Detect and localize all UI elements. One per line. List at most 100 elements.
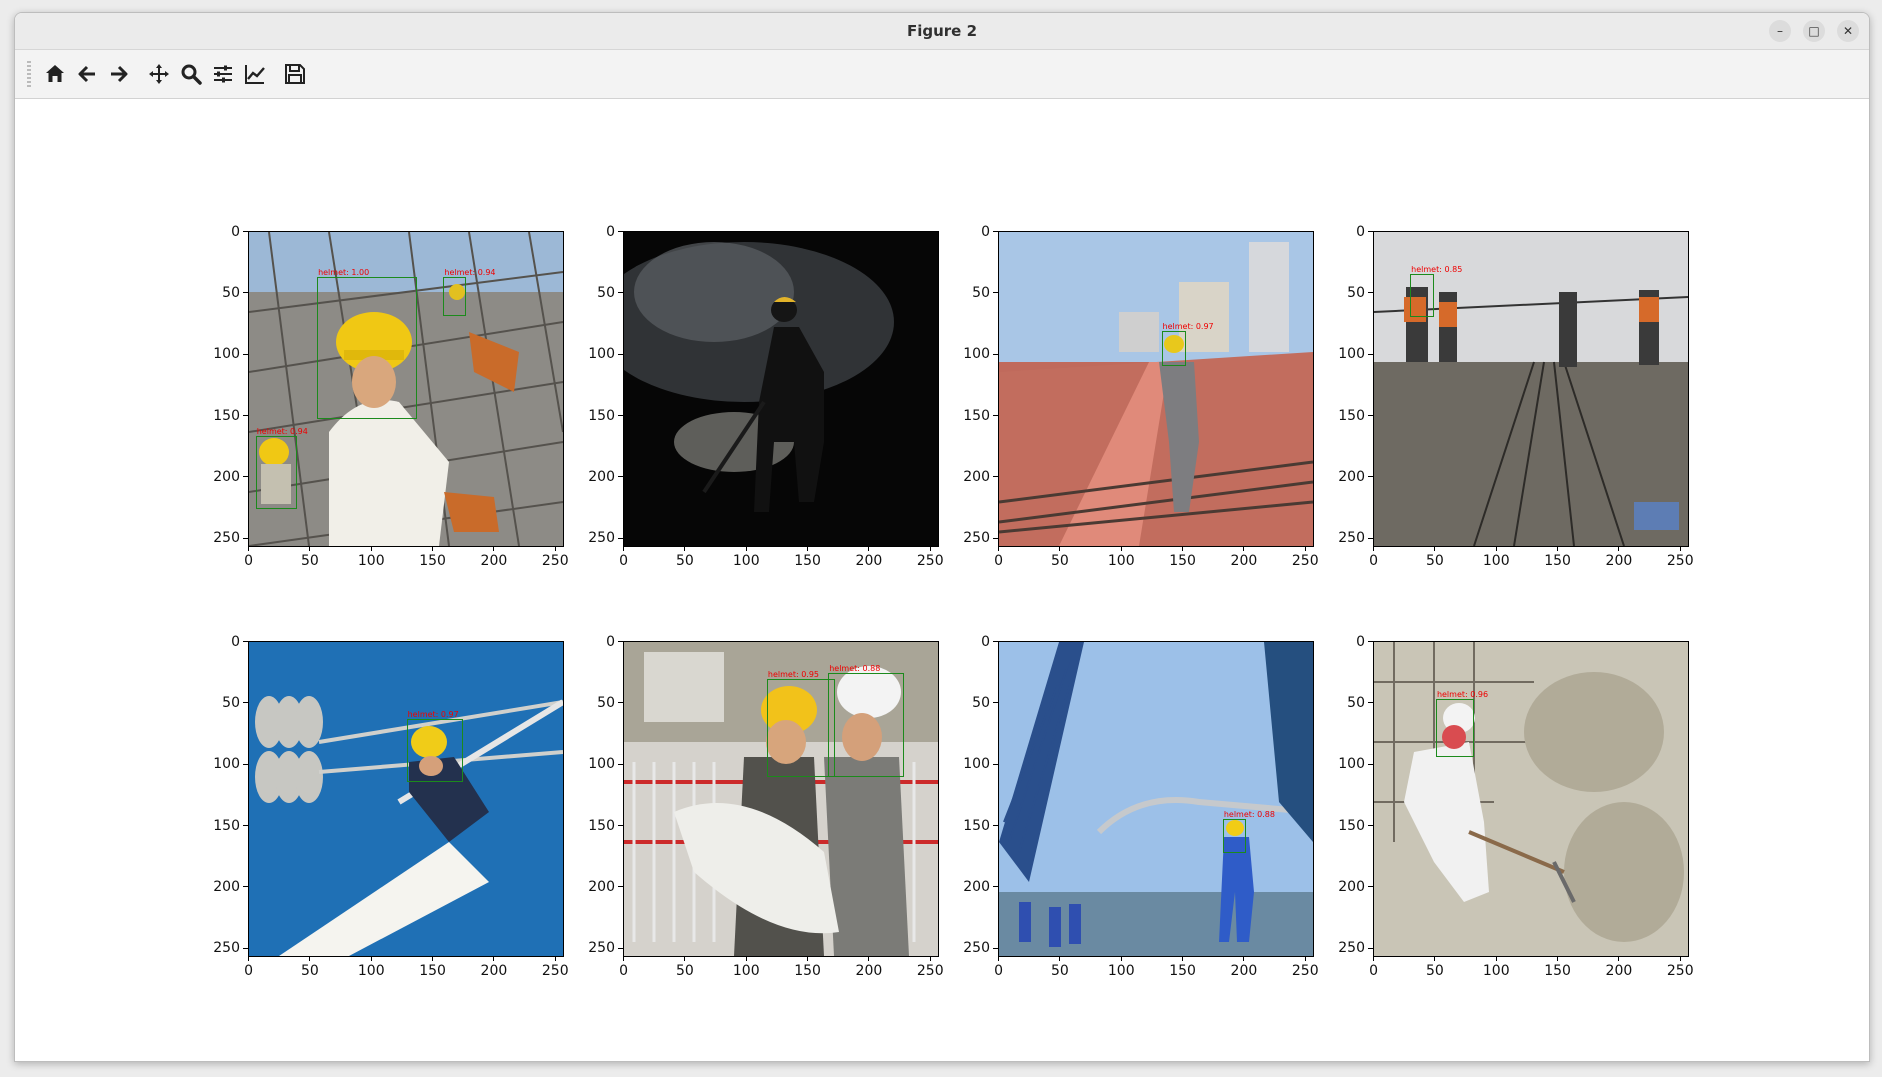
y-tick-mark xyxy=(618,231,623,233)
x-tick-label: 0 xyxy=(244,963,254,979)
window-title: Figure 2 xyxy=(906,22,978,40)
y-tick-label: 150 xyxy=(1338,407,1365,424)
image-panel: helmet: 0.95 helmet: 0.88 xyxy=(623,641,939,957)
y-tick-mark xyxy=(618,886,623,888)
x-tick-label: 200 xyxy=(1230,553,1258,569)
x-tick-mark xyxy=(929,956,931,961)
y-tick-label: 200 xyxy=(213,878,240,895)
home-button[interactable] xyxy=(39,57,71,91)
detection-box: helmet: 0.97 xyxy=(1161,322,1214,366)
detection-box: helmet: 0.97 xyxy=(406,710,463,782)
y-tick-label: 0 xyxy=(981,633,990,650)
pan-button[interactable] xyxy=(143,57,175,91)
y-tick-mark xyxy=(993,292,998,294)
y-tick-label: 250 xyxy=(963,940,990,957)
x-tick-mark xyxy=(1434,956,1436,961)
x-tick-label: 0 xyxy=(994,963,1004,979)
y-tick-label: 0 xyxy=(231,633,240,650)
y-tick-label: 0 xyxy=(981,223,990,240)
x-tick-label: 200 xyxy=(480,963,508,979)
y-tick-label: 250 xyxy=(588,530,615,547)
y-tick-label: 50 xyxy=(222,694,240,711)
x-tick-mark xyxy=(1679,546,1681,551)
x-tick-mark xyxy=(1373,546,1375,551)
y-tick-label: 150 xyxy=(963,407,990,424)
photo-wall-plaster xyxy=(1374,642,1688,956)
y-tick-mark xyxy=(1368,702,1373,704)
y-tick-label: 200 xyxy=(213,468,240,485)
y-tick-label: 50 xyxy=(1347,694,1365,711)
x-tick-mark xyxy=(1618,546,1620,551)
y-tick-label: 100 xyxy=(588,756,615,773)
maximize-button[interactable]: □ xyxy=(1803,20,1825,42)
subplots-button[interactable] xyxy=(207,57,239,91)
x-tick-label: 250 xyxy=(916,963,944,979)
x-tick-label: 0 xyxy=(1369,963,1379,979)
toolbar-grip[interactable] xyxy=(27,61,31,87)
x-tick-label: 150 xyxy=(1169,963,1196,979)
detection-label: helmet: 0.94 xyxy=(444,267,496,277)
image-panel: helmet: 1.00 helmet: 0.94 helmet: 0.94 xyxy=(248,231,564,547)
close-button[interactable]: ✕ xyxy=(1837,20,1859,42)
x-tick-mark xyxy=(493,956,495,961)
y-tick-mark xyxy=(993,641,998,643)
figure-canvas[interactable]: helmet: 1.00 helmet: 0.94 helmet: 0.94 h… xyxy=(15,99,1869,1061)
y-tick-mark xyxy=(243,886,248,888)
y-tick-mark xyxy=(993,702,998,704)
zoom-button[interactable] xyxy=(175,57,207,91)
zoom-icon xyxy=(181,64,202,85)
x-tick-mark xyxy=(745,546,747,551)
x-tick-label: 200 xyxy=(1605,963,1633,979)
forward-icon xyxy=(111,65,128,83)
image-panel: helmet: 0.97 xyxy=(248,641,564,957)
x-tick-mark xyxy=(1059,956,1061,961)
y-tick-mark xyxy=(618,292,623,294)
x-tick-label: 200 xyxy=(855,963,883,979)
x-tick-label: 250 xyxy=(1291,553,1319,569)
y-tick-label: 0 xyxy=(1356,633,1365,650)
x-tick-mark xyxy=(1679,956,1681,961)
x-tick-label: 100 xyxy=(1482,963,1510,979)
detection-box: helmet: 0.94 xyxy=(255,427,308,510)
minimize-button[interactable]: – xyxy=(1769,20,1791,42)
save-button[interactable] xyxy=(279,57,311,91)
y-tick-mark xyxy=(243,231,248,233)
y-tick-mark xyxy=(618,476,623,478)
back-button[interactable] xyxy=(71,57,103,91)
x-tick-mark xyxy=(684,956,686,961)
x-tick-mark xyxy=(370,956,372,961)
y-tick-label: 200 xyxy=(1338,878,1365,895)
image-panel: helmet: 0.88 xyxy=(998,641,1314,957)
detection-box: helmet: 0.95 xyxy=(766,670,836,778)
y-tick-label: 0 xyxy=(606,633,615,650)
x-tick-label: 200 xyxy=(1230,963,1258,979)
y-tick-mark xyxy=(993,537,998,539)
y-tick-label: 0 xyxy=(1356,223,1365,240)
y-tick-label: 100 xyxy=(963,756,990,773)
x-tick-mark xyxy=(929,546,931,551)
x-tick-label: 50 xyxy=(1426,963,1444,979)
x-tick-label: 250 xyxy=(916,553,944,569)
y-tick-label: 250 xyxy=(213,530,240,547)
y-tick-label: 250 xyxy=(963,530,990,547)
y-tick-label: 200 xyxy=(588,468,615,485)
navigation-toolbar xyxy=(15,50,1869,99)
x-tick-label: 150 xyxy=(794,963,821,979)
y-tick-label: 150 xyxy=(963,817,990,834)
x-tick-label: 100 xyxy=(732,963,760,979)
back-icon xyxy=(78,65,95,83)
edit-axes-button[interactable] xyxy=(239,57,271,91)
x-tick-mark xyxy=(1618,956,1620,961)
x-tick-mark xyxy=(807,956,809,961)
x-tick-label: 0 xyxy=(994,553,1004,569)
y-tick-label: 50 xyxy=(597,694,615,711)
x-tick-label: 250 xyxy=(1666,553,1694,569)
y-tick-mark xyxy=(1368,886,1373,888)
y-tick-mark xyxy=(243,702,248,704)
x-tick-mark xyxy=(248,956,250,961)
x-tick-mark xyxy=(493,546,495,551)
y-tick-label: 250 xyxy=(1338,940,1365,957)
x-tick-label: 100 xyxy=(1107,963,1135,979)
forward-button[interactable] xyxy=(103,57,135,91)
y-tick-label: 250 xyxy=(1338,530,1365,547)
